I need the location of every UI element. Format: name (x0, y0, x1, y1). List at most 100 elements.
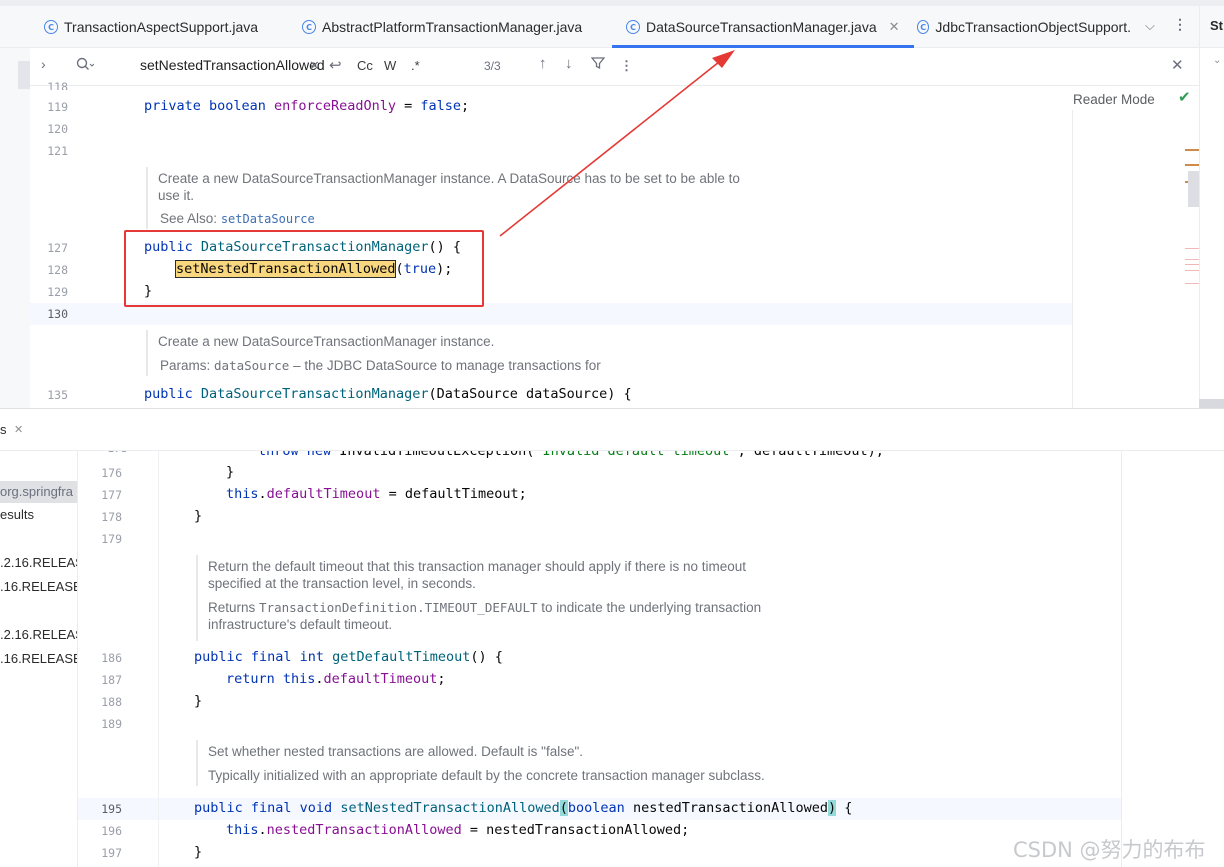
see-also-label: See Also: (160, 211, 218, 226)
close-icon[interactable]: ✕ (14, 423, 23, 436)
class-icon: C (626, 20, 640, 34)
find-bar: › ✕ ↩ Cc W .* 3/3 ↑ ↓ ⋮ ✕ (30, 48, 1199, 86)
chevron-right-icon[interactable]: › (41, 56, 46, 72)
code-line-135[interactable]: public DataSourceTransactionManager(Data… (144, 386, 632, 402)
doc-text: specified at the transaction level, in s… (208, 576, 476, 591)
doc-comment: Create a new DataSourceTransactionManage… (158, 170, 740, 228)
close-icon[interactable]: ✕ (889, 19, 900, 35)
watermark: CSDN @努力的布布 (1013, 838, 1206, 862)
scroll-marker (18, 61, 30, 89)
editor-right-divider (1121, 451, 1122, 867)
tab-abstract-platform-transaction-manager[interactable]: C AbstractPlatformTransactionManager.jav… (302, 10, 582, 44)
clipped-line: 175 throw new InvalidTimeoutException("I… (90, 451, 1120, 459)
params-name: dataSource (214, 358, 290, 373)
right-panel-title[interactable]: St (1210, 18, 1223, 33)
tab-label: TransactionAspectSupport.java (64, 19, 259, 35)
line-number: 186 (101, 651, 122, 665)
tree-item[interactable]: org.springfra (0, 481, 77, 503)
clear-icon[interactable]: ✕ (309, 58, 320, 74)
doc-text: Create a new DataSourceTransactionManage… (158, 334, 495, 349)
previous-occurrence-icon[interactable]: ↑ (539, 55, 547, 72)
code-line-176[interactable]: } (226, 464, 234, 480)
doc-returns: Returns TransactionDefinition.TIMEOUT_DE… (208, 599, 761, 616)
left-gutter-strip (0, 48, 30, 408)
tab-transaction-aspect-support[interactable]: C TransactionAspectSupport.java (44, 10, 258, 44)
code-line-188[interactable]: } (194, 693, 202, 709)
code-line-119[interactable]: private boolean enforceReadOnly = false; (144, 98, 469, 114)
more-options-icon[interactable]: ⋮ (1173, 16, 1187, 33)
tab-datasource-transaction-manager[interactable]: C DataSourceTransactionManager.java ✕ (612, 10, 914, 48)
class-icon: C (302, 20, 316, 34)
doc-comment: Set whether nested transactions are allo… (208, 743, 765, 784)
scroll-marker (1185, 149, 1199, 151)
match-count: 3/3 (484, 59, 501, 73)
reader-mode-button[interactable]: Reader Mode (1073, 92, 1155, 107)
tab-jdbc-transaction-object-support[interactable]: C JdbcTransactionObjectSupport. (917, 10, 1131, 44)
doc-text: Set whether nested transactions are allo… (208, 744, 584, 759)
line-number: 128 (47, 263, 68, 277)
returns-code: TransactionDefinition.TIMEOUT_DEFAULT (259, 600, 538, 615)
code-line-187[interactable]: return this.defaultTimeout; (226, 671, 445, 687)
code-line-195[interactable]: public final void setNestedTransactionAl… (194, 800, 852, 816)
params-text: – the JDBC DataSource to manage transact… (293, 358, 601, 373)
code-line-186[interactable]: public final int getDefaultTimeout() { (194, 649, 503, 665)
doc-text: Return the default timeout that this tra… (208, 559, 747, 574)
code-line-177[interactable]: this.defaultTimeout = defaultTimeout; (226, 486, 527, 502)
filter-icon[interactable] (590, 56, 606, 73)
bracket-match: ) (828, 800, 837, 816)
search-icon[interactable] (76, 57, 95, 76)
tree-item[interactable]: .16.RELEASE (0, 651, 77, 666)
chevron-down-icon[interactable]: ⌵ (1145, 18, 1155, 34)
find-options-icon[interactable]: ⋮ (620, 58, 633, 74)
editor-right-divider (1072, 110, 1073, 408)
scrollbar-thumb[interactable] (1188, 171, 1199, 207)
tree-item[interactable]: .2.16.RELEAS (0, 627, 77, 642)
doc-comment-bar (196, 740, 198, 786)
line-number: 195 (101, 802, 122, 816)
line-number: 188 (101, 695, 122, 709)
code-line-196[interactable]: this.nestedTransactionAllowed = nestedTr… (226, 822, 689, 838)
panel-tab-label[interactable]: s (0, 422, 7, 437)
scroll-marker (1185, 164, 1199, 166)
editor-tab-bar: C TransactionAspectSupport.java C Abstra… (0, 0, 1224, 48)
params-label: Params: (160, 358, 211, 373)
line-number: 176 (101, 466, 122, 480)
match-case-toggle[interactable]: Cc (357, 58, 373, 73)
next-occurrence-icon[interactable]: ↓ (565, 55, 573, 72)
tree-item[interactable]: .16.RELEASE (0, 579, 77, 594)
doc-comment: Return the default timeout that this tra… (208, 558, 761, 633)
close-icon[interactable]: ✕ (1171, 56, 1184, 74)
new-line-icon[interactable]: ↩ (329, 56, 342, 74)
tab-label: AbstractPlatformTransactionManager.java (322, 19, 583, 35)
doc-comment-bar (146, 330, 148, 376)
returns-label: Returns (208, 600, 256, 615)
code-line-175[interactable]: throw new InvalidTimeoutException("Inval… (258, 451, 884, 459)
scroll-marker (1185, 248, 1199, 249)
line-number: 129 (47, 285, 68, 299)
gutter-divider (158, 451, 159, 867)
line-number: 175 (100, 451, 128, 455)
line-number: 197 (101, 846, 122, 860)
tree-item[interactable]: .2.16.RELEAS (0, 555, 77, 570)
tree-item[interactable]: esults (0, 507, 34, 522)
code-line-178[interactable]: } (194, 508, 202, 524)
regex-toggle[interactable]: .* (411, 58, 420, 73)
doc-text: Typically initialized with an appropriat… (208, 768, 765, 783)
line-number: 196 (101, 824, 122, 838)
scroll-marker (1185, 283, 1199, 284)
line-number: 179 (101, 532, 122, 546)
scroll-marker (1185, 270, 1199, 271)
chevron-down-icon[interactable]: ⌄ (1213, 55, 1221, 66)
doc-text: Create a new DataSourceTransactionManage… (158, 171, 740, 186)
scroll-marker (1185, 264, 1199, 265)
whole-words-toggle[interactable]: W (384, 58, 396, 73)
tab-label: JdbcTransactionObjectSupport. (935, 19, 1131, 35)
annotation-box (124, 230, 484, 307)
line-number: 118 (47, 80, 68, 90)
see-also-link[interactable]: setDataSource (221, 212, 315, 226)
code-line-197[interactable]: } (194, 844, 202, 860)
line-number: 187 (101, 673, 122, 687)
class-icon: C (44, 20, 58, 34)
line-number: 130 (47, 307, 68, 321)
doc-comment-bar (196, 555, 198, 641)
